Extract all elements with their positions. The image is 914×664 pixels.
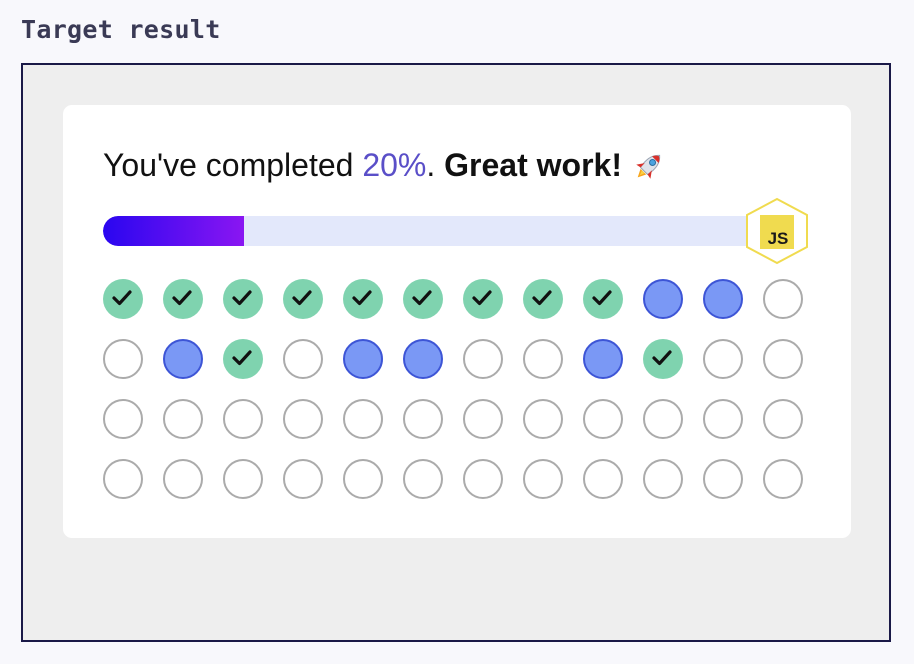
badge-label: JS (768, 229, 789, 248)
lesson-grid (103, 279, 803, 499)
lesson-cell-partial[interactable] (343, 339, 383, 379)
lesson-cell-empty[interactable] (463, 459, 503, 499)
lesson-cell-done[interactable] (103, 279, 143, 319)
page-heading: Target result (21, 15, 221, 44)
lesson-cell-empty[interactable] (283, 459, 323, 499)
lesson-cell-empty[interactable] (223, 399, 263, 439)
lesson-cell-empty[interactable] (523, 399, 563, 439)
message-prefix: You've completed (103, 147, 363, 183)
check-icon (292, 290, 312, 306)
lesson-cell-empty[interactable] (343, 459, 383, 499)
message-separator: . (426, 147, 445, 183)
lesson-cell-partial[interactable] (583, 339, 623, 379)
lesson-cell-empty[interactable] (523, 459, 563, 499)
lesson-cell-partial[interactable] (403, 339, 443, 379)
lesson-cell-empty[interactable] (343, 399, 383, 439)
lesson-cell-empty[interactable] (583, 459, 623, 499)
lesson-cell-empty[interactable] (103, 459, 143, 499)
lesson-cell-partial[interactable] (643, 279, 683, 319)
check-icon (592, 290, 612, 306)
lesson-cell-partial[interactable] (163, 339, 203, 379)
lesson-cell-done[interactable] (283, 279, 323, 319)
lesson-cell-empty[interactable] (463, 339, 503, 379)
lesson-cell-empty[interactable] (163, 399, 203, 439)
lesson-cell-empty[interactable] (283, 399, 323, 439)
lesson-cell-empty[interactable] (703, 459, 743, 499)
lesson-cell-done[interactable] (223, 279, 263, 319)
lesson-cell-partial[interactable] (703, 279, 743, 319)
lesson-cell-done[interactable] (223, 339, 263, 379)
progress-track (103, 216, 808, 246)
lesson-cell-empty[interactable] (283, 339, 323, 379)
lesson-cell-empty[interactable] (763, 279, 803, 319)
lesson-cell-empty[interactable] (583, 399, 623, 439)
lesson-cell-empty[interactable] (103, 339, 143, 379)
check-icon (112, 290, 132, 306)
javascript-hexagon-icon: JS (745, 197, 809, 265)
lesson-cell-done[interactable] (403, 279, 443, 319)
lesson-cell-empty[interactable] (763, 399, 803, 439)
lesson-cell-done[interactable] (583, 279, 623, 319)
rocket-icon (632, 149, 666, 183)
lesson-cell-empty[interactable] (643, 459, 683, 499)
lesson-cell-done[interactable] (463, 279, 503, 319)
check-icon (232, 350, 252, 366)
lesson-cell-empty[interactable] (403, 399, 443, 439)
lesson-cell-empty[interactable] (643, 399, 683, 439)
completion-percent: 20% (362, 147, 427, 183)
lesson-cell-done[interactable] (523, 279, 563, 319)
lesson-cell-empty[interactable] (523, 339, 563, 379)
lesson-cell-done[interactable] (163, 279, 203, 319)
check-icon (472, 290, 492, 306)
lesson-cell-empty[interactable] (703, 339, 743, 379)
lesson-cell-empty[interactable] (463, 399, 503, 439)
lesson-cell-empty[interactable] (163, 459, 203, 499)
praise-text: Great work! (444, 147, 622, 183)
lesson-cell-empty[interactable] (403, 459, 443, 499)
check-icon (172, 290, 192, 306)
lesson-cell-empty[interactable] (763, 459, 803, 499)
lesson-cell-done[interactable] (343, 279, 383, 319)
check-icon (352, 290, 372, 306)
result-frame: You've completed 20% . Great work! JS (21, 63, 891, 642)
lesson-cell-empty[interactable] (763, 339, 803, 379)
check-icon (532, 290, 552, 306)
check-icon (652, 350, 672, 366)
check-icon (232, 290, 252, 306)
progress-card: You've completed 20% . Great work! JS (63, 105, 851, 538)
lesson-cell-empty[interactable] (703, 399, 743, 439)
progress-message: You've completed 20% . Great work! (103, 147, 666, 184)
check-icon (412, 290, 432, 306)
lesson-cell-done[interactable] (643, 339, 683, 379)
lesson-cell-empty[interactable] (223, 459, 263, 499)
lesson-cell-empty[interactable] (103, 399, 143, 439)
progress-fill (103, 216, 244, 246)
